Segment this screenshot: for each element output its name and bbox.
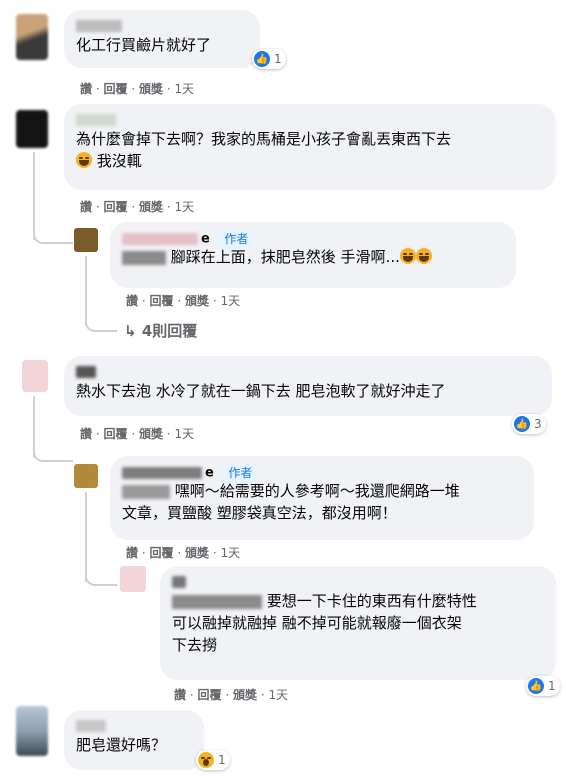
laughing-emoji-icon <box>76 152 92 168</box>
avatar[interactable] <box>74 228 98 252</box>
commenter-name[interactable] <box>76 18 248 34</box>
reply-link[interactable]: 回覆 <box>104 82 128 96</box>
reply-link[interactable]: 回覆 <box>198 688 222 702</box>
thumbs-up-icon: 👍 <box>254 51 270 67</box>
like-link[interactable]: 讚 <box>80 427 92 441</box>
timestamp[interactable]: 1天 <box>269 688 289 702</box>
timestamp[interactable]: 1天 <box>221 294 241 308</box>
reply-link[interactable]: 回覆 <box>104 200 128 214</box>
comment-text: 化工行買鹼片就好了 <box>76 36 212 54</box>
commenter-name[interactable]: e 作者 <box>122 464 522 482</box>
wow-emoji-icon <box>198 752 214 768</box>
commenter-name[interactable] <box>76 718 192 734</box>
comment-text: 為什麼會掉下去啊？我家的馬桶是小孩子會亂丟東西下去 <box>76 130 452 148</box>
reply-actions: 讚 · 回覆 · 頒獎 · 1天 <box>174 688 289 702</box>
comment-text: 熱水下去泡 水冷了就在一鍋下去 肥皂泡軟了就好沖走了 <box>76 382 446 400</box>
thread-line <box>85 314 117 332</box>
comment-text: 肥皂還好嗎？ <box>76 736 167 754</box>
reply-bubble: e 作者 腳踩在上面，抹肥皂然後 手滑啊... <box>110 222 516 288</box>
reply-link[interactable]: 回覆 <box>104 427 128 441</box>
award-link[interactable]: 頒獎 <box>139 427 163 441</box>
comment-bubble: 熱水下去泡 水冷了就在一鍋下去 肥皂泡軟了就好沖走了 <box>64 356 552 416</box>
comment-bubble: 為什麼會掉下去啊？我家的馬桶是小孩子會亂丟東西下去 我沒輒 <box>64 104 556 190</box>
commenter-name[interactable] <box>76 364 540 380</box>
comment-text: 要想一下卡住的東西有什麼特性 <box>172 590 544 612</box>
comment-text: 下去撈 <box>172 636 218 654</box>
reaction-summary[interactable]: 1 <box>196 750 230 770</box>
comment-text: 我沒輒 <box>76 150 544 172</box>
comment-bubble: 化工行買鹼片就好了 <box>64 10 260 68</box>
award-link[interactable]: 頒獎 <box>139 200 163 214</box>
reply-arrow-icon: ↳ <box>124 322 137 340</box>
comment-actions: 讚 · 回覆 · 頒獎 · 1天 <box>80 200 195 214</box>
reply-link[interactable]: 回覆 <box>150 294 174 308</box>
avatar[interactable] <box>16 110 48 148</box>
reaction-summary[interactable]: 👍 3 <box>512 414 546 434</box>
thread-line <box>85 568 117 586</box>
comment-text: 嘿啊～給需要的人參考啊～我還爬網路一堆 <box>122 480 522 502</box>
comment-text: 文章，買鹽酸 塑膠袋真空法，都沒用啊！ <box>122 504 397 522</box>
avatar[interactable] <box>16 706 48 756</box>
reaction-count: 1 <box>274 52 282 66</box>
timestamp[interactable]: 1天 <box>175 200 195 214</box>
like-link[interactable]: 讚 <box>80 82 92 96</box>
reaction-count: 1 <box>218 753 226 767</box>
award-link[interactable]: 頒獎 <box>185 546 209 560</box>
reply-bubble: e 作者 嘿啊～給需要的人參考啊～我還爬網路一堆 文章，買鹽酸 塑膠袋真空法，都… <box>110 456 534 540</box>
thumbs-up-icon: 👍 <box>528 678 544 694</box>
thumbs-up-icon: 👍 <box>514 416 530 432</box>
award-link[interactable]: 頒獎 <box>233 688 257 702</box>
comment-text: 腳踩在上面，抹肥皂然後 手滑啊... <box>122 246 504 268</box>
avatar[interactable] <box>120 566 146 592</box>
thread-line <box>33 444 73 462</box>
timestamp[interactable]: 1天 <box>175 82 195 96</box>
like-link[interactable]: 讚 <box>126 294 138 308</box>
comment-actions: 讚 · 回覆 · 頒獎 · 1天 <box>80 427 195 441</box>
comment-actions: 讚 · 回覆 · 頒獎 · 1天 <box>80 82 195 96</box>
like-link[interactable]: 讚 <box>174 688 186 702</box>
avatar[interactable] <box>74 464 98 488</box>
reaction-summary[interactable]: 👍 1 <box>252 49 286 69</box>
view-more-replies-link[interactable]: ↳ 4則回覆 <box>124 320 197 341</box>
like-link[interactable]: 讚 <box>80 200 92 214</box>
award-link[interactable]: 頒獎 <box>185 294 209 308</box>
reply-actions: 讚 · 回覆 · 頒獎 · 1天 <box>126 294 241 308</box>
timestamp[interactable]: 1天 <box>175 427 195 441</box>
avatar[interactable] <box>22 360 48 392</box>
timestamp[interactable]: 1天 <box>221 546 241 560</box>
reply-bubble: 要想一下卡住的東西有什麼特性 可以融掉就融掉 融不掉可能就報廢一個衣架 下去撈 <box>160 566 556 680</box>
award-link[interactable]: 頒獎 <box>139 82 163 96</box>
comment-bubble: 肥皂還好嗎？ <box>64 710 204 770</box>
reaction-count: 3 <box>534 417 542 431</box>
reaction-count: 1 <box>548 679 556 693</box>
reply-actions: 讚 · 回覆 · 頒獎 · 1天 <box>126 546 241 560</box>
laughing-emoji-icon <box>399 248 416 264</box>
commenter-name[interactable] <box>172 574 544 590</box>
comment-text: 可以融掉就融掉 融不掉可能就報廢一個衣架 <box>172 614 462 632</box>
like-link[interactable]: 讚 <box>126 546 138 560</box>
avatar[interactable] <box>16 14 48 60</box>
reply-link[interactable]: 回覆 <box>150 546 174 560</box>
commenter-name[interactable]: e 作者 <box>122 230 504 248</box>
laughing-emoji-icon <box>415 248 432 264</box>
reaction-summary[interactable]: 👍 1 <box>526 676 560 696</box>
commenter-name[interactable] <box>76 112 544 128</box>
thread-line <box>33 224 73 244</box>
